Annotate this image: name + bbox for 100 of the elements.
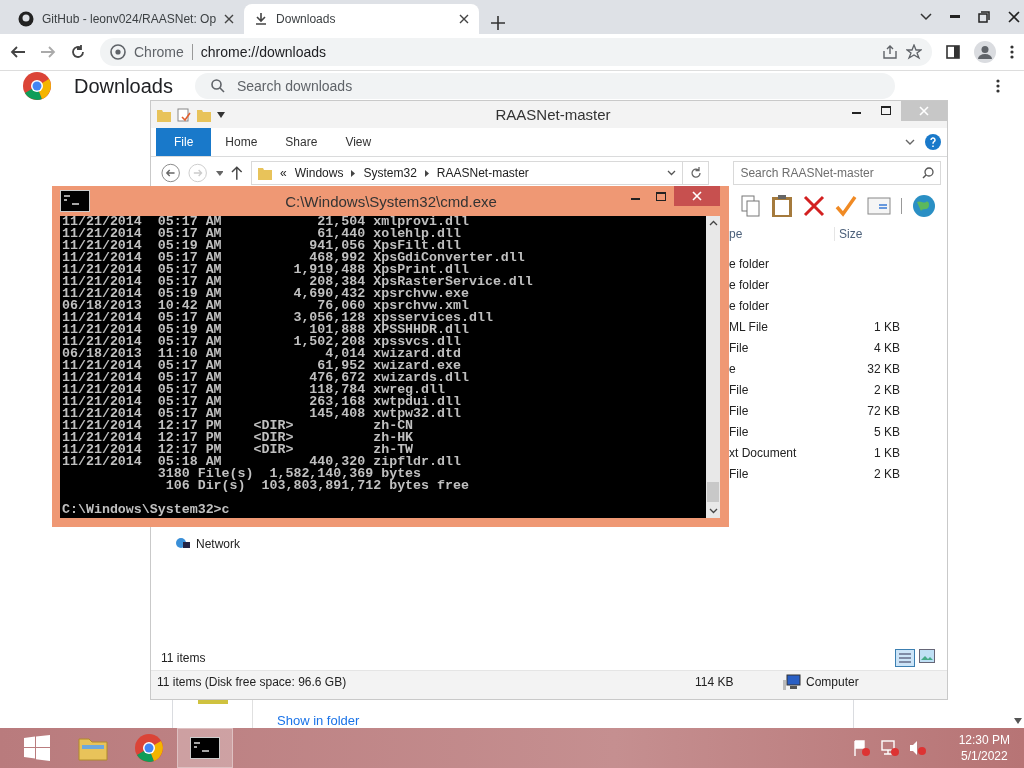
menu-icon[interactable] (1010, 45, 1014, 59)
console-icon (190, 737, 220, 759)
table-cell-text: File (729, 382, 750, 397)
scroll-down-icon[interactable] (708, 508, 718, 514)
chevron-right-icon[interactable] (424, 169, 429, 177)
menu-icon[interactable] (996, 79, 1000, 93)
chevron-right-icon[interactable] (351, 169, 356, 177)
dropdown-icon[interactable] (215, 170, 224, 176)
console-line: 11/21/2014 05:17 AM 21,504 xmlprovi.dll (62, 216, 469, 228)
network-icon (175, 537, 191, 551)
ribbon-tab[interactable]: Home (211, 128, 272, 156)
dropdown-icon[interactable] (217, 111, 225, 118)
copy-icon[interactable] (741, 195, 761, 217)
ribbon-tab[interactable]: Share (271, 128, 332, 156)
table-cell-text: e (729, 361, 737, 376)
ribbon-tab[interactable]: View (331, 128, 386, 156)
search-icon (922, 167, 934, 179)
ribbon-tab[interactable]: File (156, 128, 212, 156)
table-cell: 1 KB (874, 319, 900, 334)
speaker-icon[interactable] (908, 740, 927, 756)
minimize-icon[interactable] (950, 15, 960, 19)
checkmark-icon[interactable] (835, 195, 857, 217)
table-cell-text: File (729, 340, 750, 355)
search-field[interactable]: Search RAASNet-master (733, 161, 941, 185)
delete-icon[interactable] (803, 195, 825, 217)
address-bar[interactable]: Chrome chrome://downloads (100, 38, 932, 66)
new-tab-icon[interactable] (491, 16, 506, 30)
item-count: 11 items (161, 651, 206, 665)
window-title: C:\Windows\System32\cmd.exe (284, 192, 498, 210)
star-icon[interactable] (906, 44, 922, 60)
table-cell-text: e folder (729, 298, 771, 313)
overflow-chevron[interactable]: « (280, 166, 287, 180)
side-panel-icon[interactable] (946, 45, 960, 59)
breadcrumb-item[interactable]: Windows (294, 166, 344, 180)
reload-icon[interactable] (70, 44, 86, 60)
browser-tab[interactable]: Downloads (244, 4, 480, 34)
download-icon (254, 12, 269, 26)
console-line: 11/21/2014 05:17 AM 1,502,208 xpssvcs.dll (62, 336, 461, 348)
breadcrumb-item[interactable]: RAASNet-master (436, 166, 529, 180)
profile-icon[interactable] (974, 41, 996, 63)
search-field[interactable]: Search downloads (194, 73, 895, 99)
globe-icon[interactable] (912, 194, 936, 218)
nav-item[interactable]: Network (196, 537, 240, 551)
card-icon[interactable] (867, 197, 891, 215)
table-cell-text: File (729, 403, 750, 418)
console-line: 11/21/2014 05:17 AM 61,952 xwizard.exe (62, 360, 461, 372)
flag-icon[interactable] (852, 740, 871, 756)
window-title: RAASNet-master (494, 106, 612, 123)
scrollbar-thumb[interactable] (707, 482, 719, 502)
column-header[interactable]: Size (834, 227, 909, 241)
close-icon[interactable] (224, 14, 235, 24)
maximize-icon (881, 106, 891, 115)
back-icon[interactable] (10, 44, 26, 60)
console-line: 11/21/2014 05:19 AM 4,690,432 xpsrchvw.exe (62, 288, 469, 300)
show-in-folder-link[interactable]: Show in folder (277, 713, 360, 728)
details-view-icon[interactable] (895, 649, 915, 667)
console-line: 11/21/2014 05:19 AM 941,056 XpsFilt.dll (62, 240, 461, 252)
page-title: Downloads (74, 74, 173, 98)
up-arrow-icon[interactable] (231, 166, 244, 180)
table-cell-text: xt Document (729, 445, 798, 460)
console-line: 11/21/2014 05:17 AM 145,408 xwtpw32.dll (62, 408, 461, 420)
console-line: 06/18/2013 11:10 AM 4,014 xwizard.dtd (62, 348, 461, 360)
close-icon[interactable] (459, 14, 470, 24)
console-line: 11/21/2014 05:17 AM 476,672 xwizards.dll (62, 372, 469, 384)
table-cell-text: File (729, 466, 750, 481)
help-icon[interactable] (925, 134, 941, 150)
console-line: 11/21/2014 05:17 AM 208,384 XpsRasterService.dll (62, 276, 533, 288)
chevron-down-icon[interactable] (905, 139, 915, 145)
console-line: 11/21/2014 05:17 AM 1,919,488 XpsPrint.dll (62, 264, 469, 276)
restore-icon[interactable] (978, 11, 990, 23)
console-line: 11/21/2014 12:17 PM <DIR> zh-CN (62, 420, 414, 432)
console-line: 11/21/2014 05:19 AM 101,888 XPSSHHDR.dll (62, 324, 469, 336)
address-bar[interactable]: « Windows System32 RAASNet-master (251, 161, 684, 185)
table-cell: 72 KB (867, 403, 900, 418)
scroll-up-icon[interactable] (708, 220, 718, 226)
share-icon[interactable] (882, 44, 898, 60)
folder-icon (157, 107, 171, 122)
table-cell: 4 KB (874, 340, 900, 355)
column-header[interactable]: pe (729, 227, 834, 241)
maximize-icon (656, 191, 666, 201)
refresh-icon[interactable] (689, 167, 702, 179)
browser-tab[interactable]: GitHub - leonv024/RAASNet: Op (8, 4, 245, 34)
chevron-down-icon[interactable] (920, 13, 932, 21)
scroll-down-icon[interactable] (1014, 718, 1022, 724)
chevron-down-icon[interactable] (667, 170, 677, 176)
taskbar-app[interactable] (178, 729, 232, 767)
console-line: 11/21/2014 05:17 AM 61,440 xolehlp.dll (62, 228, 461, 240)
console-line: 11/21/2014 05:17 AM 3,056,128 xpsservices.dll (62, 312, 493, 324)
command-prompt[interactable]: C:\Windows\System32>c (62, 504, 230, 516)
folder-icon (78, 735, 108, 761)
thumbnail-view-icon[interactable] (919, 649, 935, 663)
breadcrumb-item[interactable]: System32 (363, 166, 417, 180)
console-line: 11/21/2014 05:18 AM 440,320 zipfldr.dll (62, 456, 461, 468)
console-line: 11/21/2014 12:17 PM <DIR> zh-HK (62, 432, 414, 444)
close-icon[interactable] (1008, 11, 1020, 23)
network-icon[interactable] (880, 740, 899, 756)
console-line: 11/21/2014 05:17 AM 263,168 xwtpdui.dll (62, 396, 461, 408)
properties-icon[interactable] (177, 107, 191, 122)
console-line: 06/18/2013 10:42 AM 76,060 xpsrchvw.xml (62, 300, 469, 312)
clipboard-icon[interactable] (771, 194, 793, 218)
